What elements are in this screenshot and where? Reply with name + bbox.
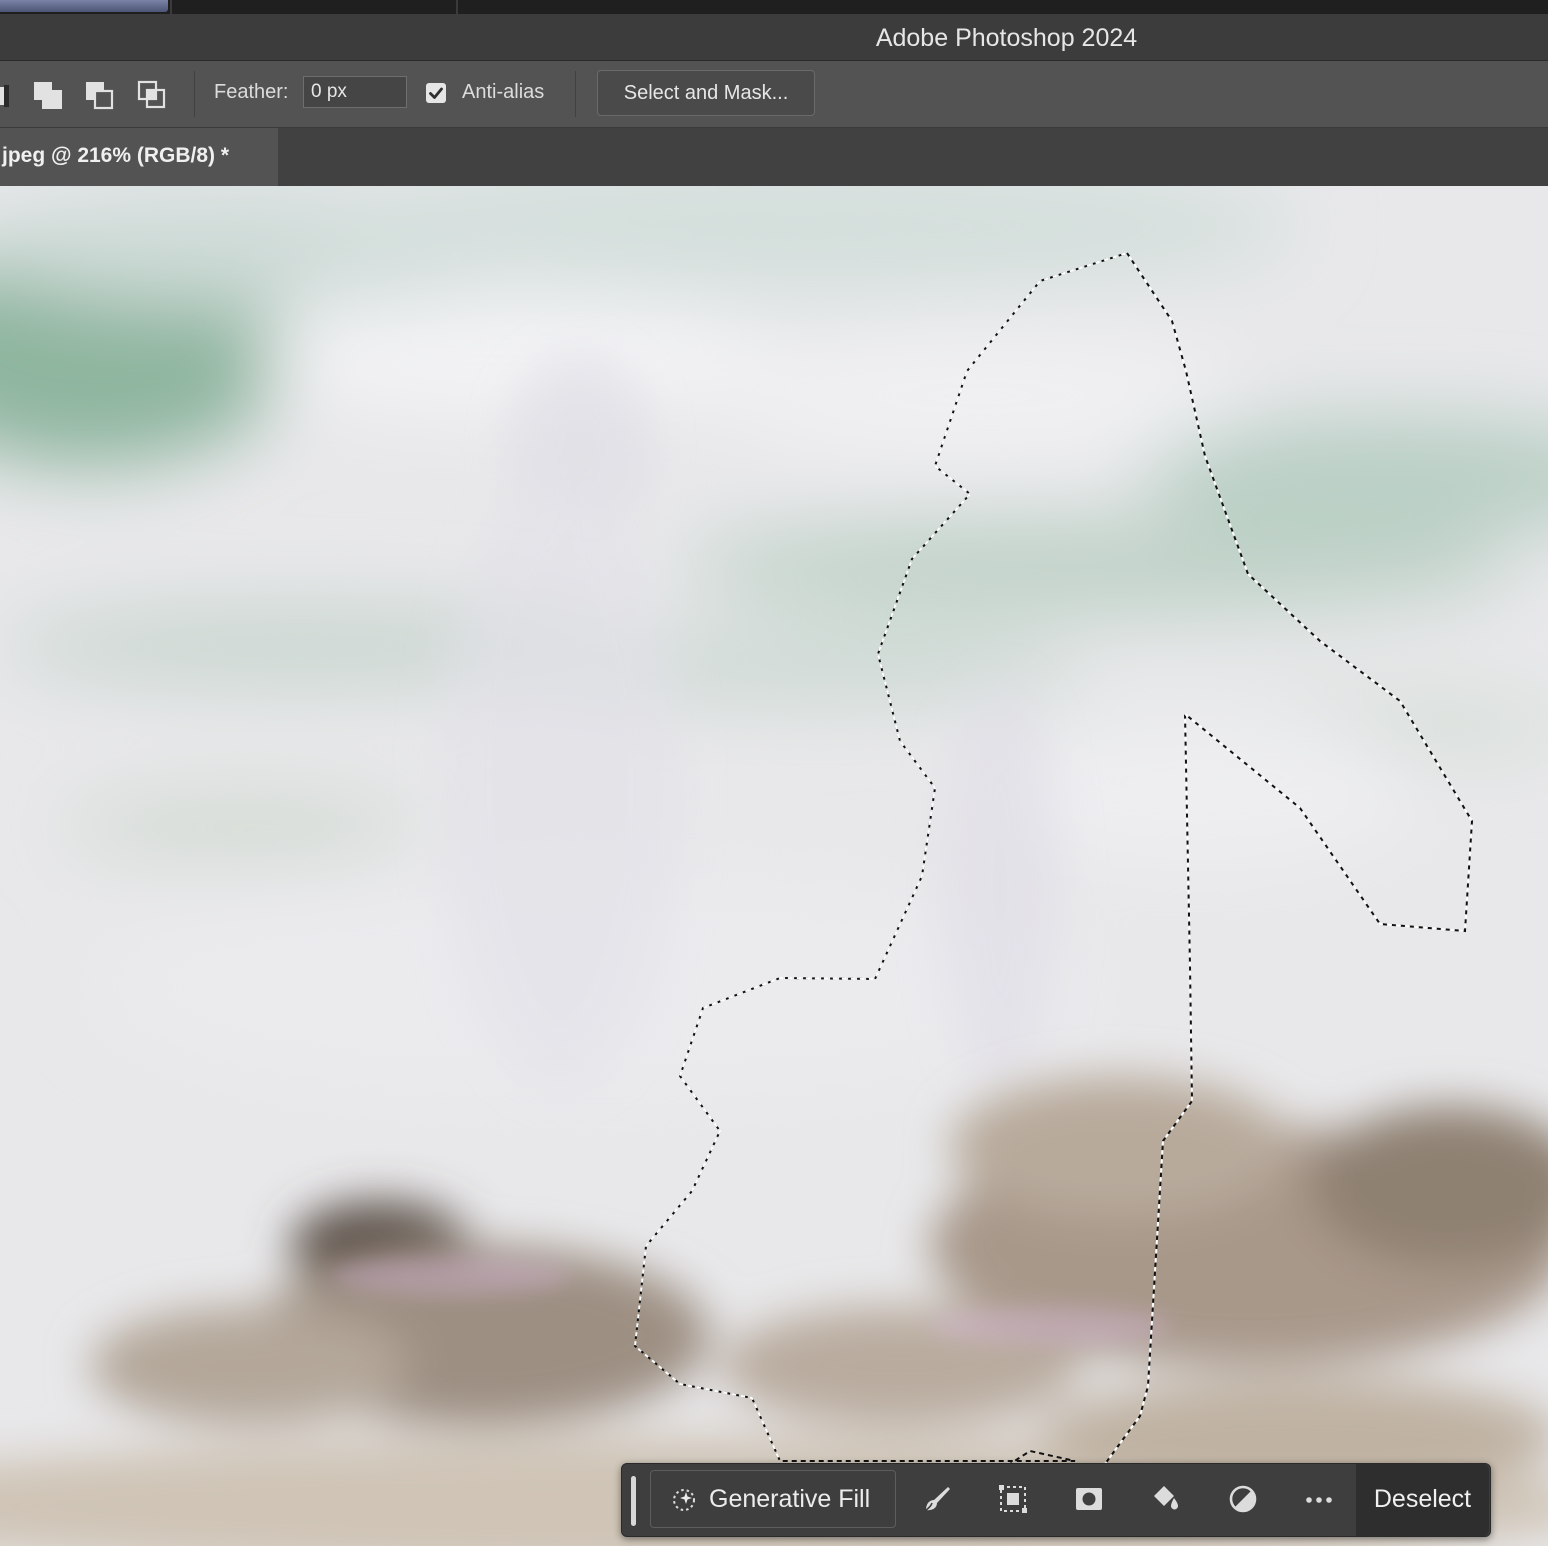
generative-sparkle-icon <box>673 1489 695 1511</box>
generative-fill-label: Generative Fill <box>709 1485 871 1513</box>
intersect-selection-icon[interactable] <box>136 79 168 111</box>
new-selection-icon[interactable] <box>0 79 14 111</box>
drag-handle[interactable] <box>631 1476 636 1526</box>
fill-bucket-icon[interactable] <box>1148 1482 1182 1516</box>
checkmark-icon <box>429 87 443 99</box>
tab-divider <box>170 0 172 14</box>
options-divider <box>575 71 576 117</box>
generative-fill-button[interactable]: Generative Fill <box>650 1470 896 1528</box>
window-title: Adobe Photoshop 2024 <box>875 24 1138 52</box>
select-and-mask-button[interactable]: Select and Mask... <box>597 70 815 116</box>
subtract-from-selection-icon[interactable] <box>84 79 116 111</box>
transform-selection-icon[interactable] <box>996 1482 1030 1516</box>
app-tab[interactable] <box>0 0 168 12</box>
document-tab-bar: jpeg @ 216% (RGB/8) * <box>0 128 1548 186</box>
photo-image <box>0 186 1548 1546</box>
options-divider <box>194 71 195 117</box>
photoshop-window: Adobe Photoshop 2024 Feather: Anti-alias… <box>0 0 1548 1546</box>
image-canvas[interactable] <box>0 186 1548 1546</box>
add-to-selection-icon[interactable] <box>32 79 64 111</box>
anti-alias-label: Anti-alias <box>462 81 545 103</box>
contextual-task-bar: Generative Fill Deselect <box>621 1463 1491 1537</box>
top-tab-strip <box>0 0 1548 14</box>
mask-icon[interactable] <box>1072 1482 1106 1516</box>
brush-modify-icon[interactable] <box>920 1482 954 1516</box>
deselect-button[interactable]: Deselect <box>1356 1464 1489 1536</box>
tab-divider <box>456 0 458 14</box>
title-bar: Adobe Photoshop 2024 <box>0 14 1548 61</box>
options-bar: Feather: Anti-alias Select and Mask... <box>0 61 1548 128</box>
more-options-icon[interactable] <box>1302 1482 1336 1516</box>
feather-input[interactable] <box>303 76 407 108</box>
document-tab[interactable]: jpeg @ 216% (RGB/8) * <box>0 128 278 186</box>
feather-label: Feather: <box>214 81 289 103</box>
anti-alias-checkbox[interactable] <box>426 83 446 103</box>
adjustment-icon[interactable] <box>1226 1482 1260 1516</box>
